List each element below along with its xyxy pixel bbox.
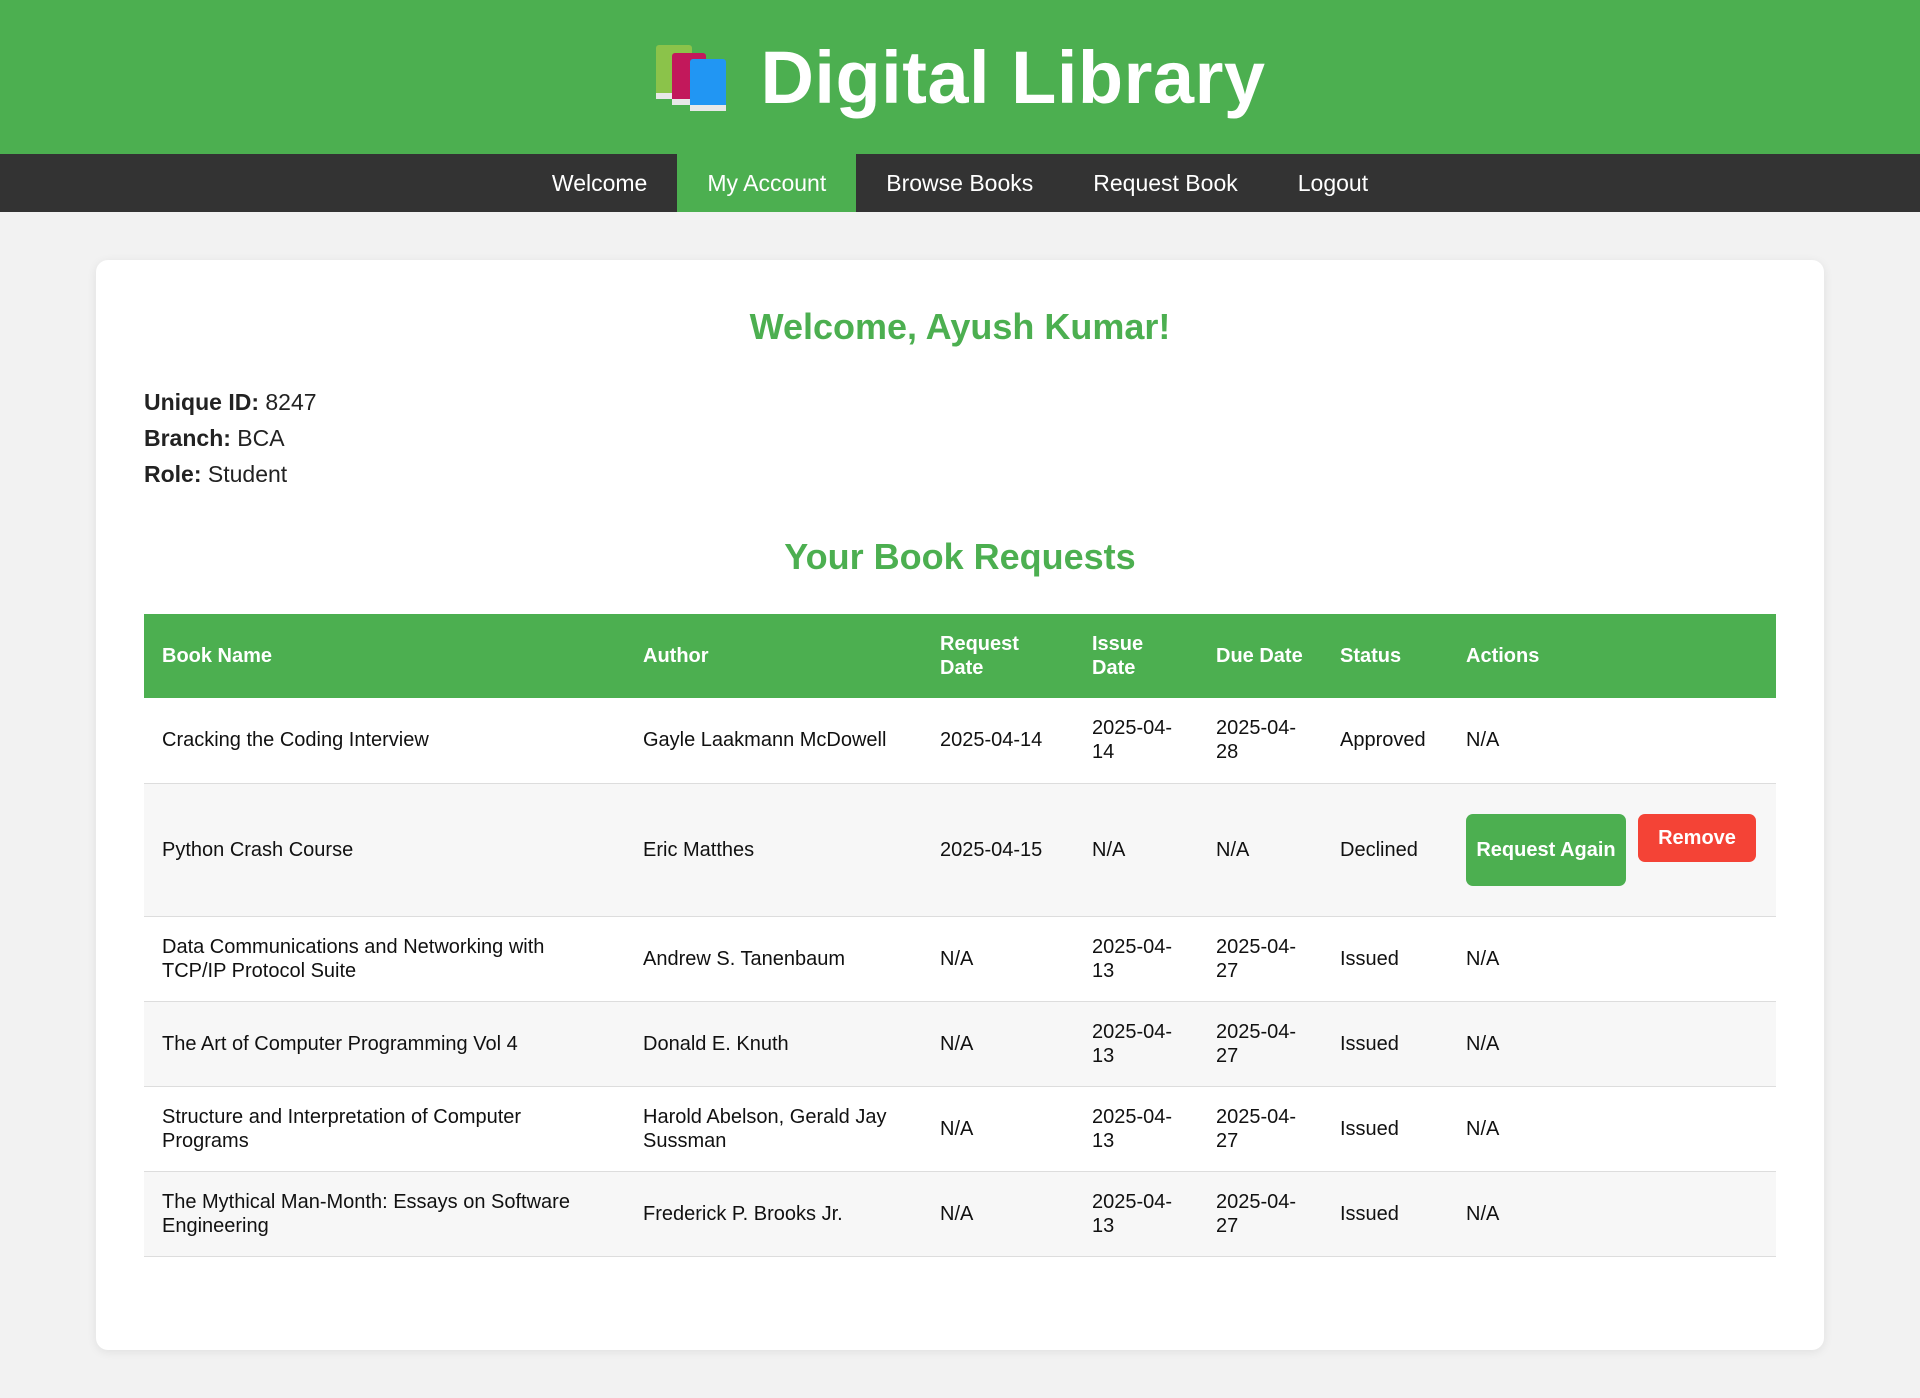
table-row: Python Crash Course Eric Matthes 2025-04… bbox=[144, 783, 1776, 917]
welcome-heading: Welcome, Ayush Kumar! bbox=[749, 306, 1171, 347]
book-name: The Mythical Man-Month: Essays on Softwa… bbox=[144, 1171, 625, 1257]
col-book-name: Book Name bbox=[162, 645, 273, 667]
table-row: Data Communications and Networking with … bbox=[144, 916, 1776, 1002]
book-name: Python Crash Course bbox=[144, 783, 625, 917]
books-icon bbox=[654, 41, 730, 113]
account-card: Welcome, Ayush Kumar! Unique ID: 8247 Br… bbox=[96, 260, 1824, 1350]
status: Issued bbox=[1322, 916, 1448, 1002]
col-request-date: Request Date bbox=[940, 633, 1019, 679]
actions: N/A bbox=[1448, 698, 1776, 784]
book-name: Structure and Interpretation of Computer… bbox=[144, 1086, 625, 1172]
request-date: 2025-04-14 bbox=[922, 698, 1074, 784]
author: Harold Abelson, Gerald Jay Sussman bbox=[625, 1086, 922, 1172]
branch-label: Branch: bbox=[144, 425, 231, 451]
book-name: Cracking the Coding Interview bbox=[144, 698, 625, 784]
due-date: 2025-04-27 bbox=[1198, 1171, 1322, 1257]
actions: Request AgainRemove bbox=[1448, 783, 1776, 917]
nav-welcome[interactable]: Welcome bbox=[522, 154, 677, 212]
request-again-button[interactable]: Request Again bbox=[1466, 813, 1626, 886]
header-title-group: Digital Library bbox=[654, 35, 1265, 120]
due-date: 2025-04-27 bbox=[1198, 1086, 1322, 1172]
status: Approved bbox=[1322, 698, 1448, 784]
status: Issued bbox=[1322, 1086, 1448, 1172]
nav-logout[interactable]: Logout bbox=[1268, 154, 1398, 212]
branch-row: Branch: BCA bbox=[144, 420, 1776, 456]
status: Issued bbox=[1322, 1171, 1448, 1257]
site-header: Digital Library bbox=[0, 0, 1920, 154]
unique-id-row: Unique ID: 8247 bbox=[144, 384, 1776, 420]
account-info: Unique ID: 8247 Branch: BCA Role: Studen… bbox=[144, 384, 1776, 492]
remove-button[interactable]: Remove bbox=[1638, 813, 1756, 862]
nav-request-book[interactable]: Request Book bbox=[1063, 154, 1267, 212]
issue-date: 2025-04-14 bbox=[1074, 698, 1198, 784]
author: Gayle Laakmann McDowell bbox=[625, 698, 922, 784]
request-date: N/A bbox=[922, 1171, 1074, 1257]
site-title: Digital Library bbox=[760, 35, 1266, 119]
author: Eric Matthes bbox=[625, 783, 922, 917]
author: Frederick P. Brooks Jr. bbox=[625, 1171, 922, 1257]
role-row: Role: Student bbox=[144, 456, 1776, 492]
col-author: Author bbox=[643, 645, 709, 667]
nav-browse-books[interactable]: Browse Books bbox=[856, 154, 1063, 212]
table-row: Structure and Interpretation of Computer… bbox=[144, 1086, 1776, 1172]
issue-date: 2025-04-13 bbox=[1074, 916, 1198, 1002]
author: Donald E. Knuth bbox=[625, 1001, 922, 1087]
table-row: The Art of Computer Programming Vol 4 Do… bbox=[144, 1001, 1776, 1087]
role-value: Student bbox=[207, 461, 288, 487]
table-row: The Mythical Man-Month: Essays on Softwa… bbox=[144, 1171, 1776, 1257]
issue-date: 2025-04-13 bbox=[1074, 1171, 1198, 1257]
col-issue-date: Issue Date bbox=[1092, 633, 1144, 679]
status: Issued bbox=[1322, 1001, 1448, 1087]
book-name: The Art of Computer Programming Vol 4 bbox=[144, 1001, 625, 1087]
actions: N/A bbox=[1448, 916, 1776, 1002]
unique-id-value: 8247 bbox=[265, 389, 317, 415]
due-date: N/A bbox=[1198, 783, 1322, 917]
issue-date: N/A bbox=[1074, 783, 1198, 917]
col-actions: Actions bbox=[1466, 645, 1540, 667]
due-date: 2025-04-27 bbox=[1198, 1001, 1322, 1087]
issue-date: 2025-04-13 bbox=[1074, 1001, 1198, 1087]
table-row: Cracking the Coding Interview Gayle Laak… bbox=[144, 698, 1776, 784]
col-due-date: Due Date bbox=[1216, 645, 1303, 667]
due-date: 2025-04-27 bbox=[1198, 916, 1322, 1002]
issue-date: 2025-04-13 bbox=[1074, 1086, 1198, 1172]
request-date: 2025-04-15 bbox=[922, 783, 1074, 917]
request-date: N/A bbox=[922, 916, 1074, 1002]
author: Andrew S. Tanenbaum bbox=[625, 916, 922, 1002]
branch-value: BCA bbox=[237, 425, 285, 451]
actions: N/A bbox=[1448, 1171, 1776, 1257]
book-name: Data Communications and Networking with … bbox=[144, 916, 625, 1002]
actions: N/A bbox=[1448, 1086, 1776, 1172]
nav-my-account[interactable]: My Account bbox=[677, 154, 857, 212]
main-nav: Welcome My Account Browse Books Request … bbox=[0, 154, 1920, 212]
request-date: N/A bbox=[922, 1086, 1074, 1172]
role-label: Role: bbox=[144, 461, 202, 487]
unique-id-label: Unique ID: bbox=[144, 389, 259, 415]
actions: N/A bbox=[1448, 1001, 1776, 1087]
request-date: N/A bbox=[922, 1001, 1074, 1087]
status: Declined bbox=[1322, 783, 1448, 917]
requests-heading: Your Book Requests bbox=[784, 536, 1136, 577]
table-header-row: Book Name Author Request Date Issue Date… bbox=[144, 614, 1776, 698]
col-status: Status bbox=[1340, 645, 1402, 667]
due-date: 2025-04-28 bbox=[1198, 698, 1322, 784]
book-requests-table: Book Name Author Request Date Issue Date… bbox=[144, 614, 1776, 1257]
